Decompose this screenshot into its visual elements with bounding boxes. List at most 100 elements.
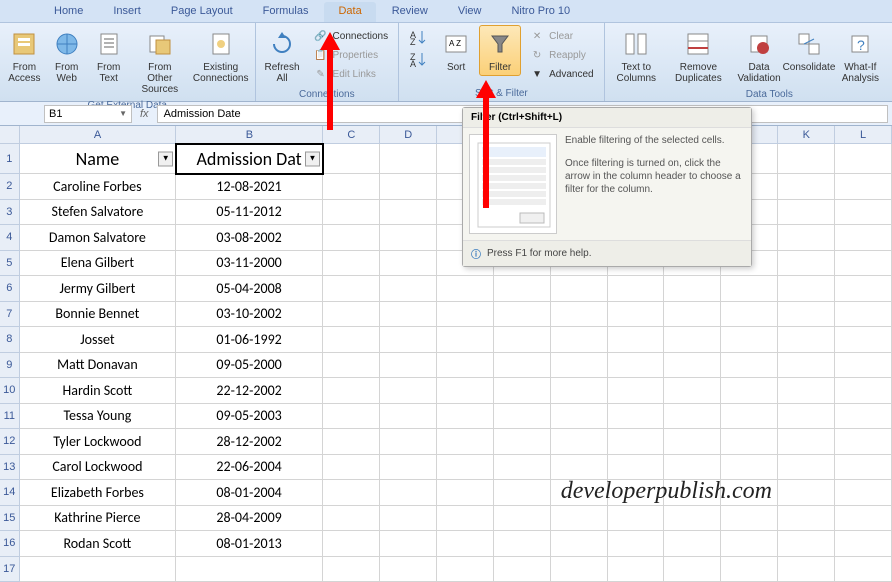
tab-view[interactable]: View (444, 2, 496, 22)
cell[interactable] (664, 429, 721, 455)
cell[interactable] (323, 276, 380, 302)
cell[interactable] (835, 200, 892, 226)
cell[interactable] (664, 557, 721, 582)
col-header-k[interactable]: K (778, 126, 835, 144)
cell[interactable] (494, 506, 551, 532)
cell[interactable] (664, 455, 721, 481)
cell[interactable] (437, 302, 494, 328)
row-header[interactable]: 17 (0, 557, 20, 582)
cell[interactable] (323, 429, 380, 455)
row-header[interactable]: 10 (0, 378, 20, 404)
cell[interactable] (380, 455, 437, 481)
data-validation-button[interactable]: Data Validation (733, 25, 785, 87)
cell-name[interactable]: Bonnie Bennet (20, 302, 177, 328)
fx-icon[interactable]: fx (132, 108, 157, 120)
cell[interactable] (494, 480, 551, 506)
cell[interactable] (380, 404, 437, 430)
cell-name[interactable]: Matt Donavan (20, 353, 177, 379)
cell-date[interactable]: 09-05-2000 (176, 353, 323, 379)
cell[interactable] (323, 506, 380, 532)
cell[interactable] (721, 327, 778, 353)
cell[interactable] (664, 378, 721, 404)
from-other-button[interactable]: From Other Sources (131, 25, 189, 98)
cell[interactable] (494, 276, 551, 302)
cell[interactable] (721, 378, 778, 404)
cell[interactable] (664, 353, 721, 379)
cell-name[interactable]: Elena Gilbert (20, 251, 177, 277)
cell[interactable] (778, 200, 835, 226)
cell[interactable] (437, 353, 494, 379)
sort-asc-button[interactable]: AZ (405, 27, 431, 47)
row-header[interactable]: 2 (0, 174, 20, 200)
cell[interactable] (835, 557, 892, 582)
cell[interactable] (380, 557, 437, 582)
cell[interactable] (835, 353, 892, 379)
row-header[interactable]: 6 (0, 276, 20, 302)
cell[interactable] (323, 531, 380, 557)
cell[interactable] (380, 353, 437, 379)
row-header[interactable]: 7 (0, 302, 20, 328)
cell-date[interactable]: 08-01-2004 (176, 480, 323, 506)
sort-desc-button[interactable]: ZA (405, 49, 431, 69)
clear-button[interactable]: ✕Clear (525, 27, 597, 45)
cell[interactable] (380, 302, 437, 328)
cell[interactable] (835, 276, 892, 302)
row-header[interactable]: 13 (0, 455, 20, 481)
cell-date[interactable]: 12-08-2021 (176, 174, 323, 200)
cell-name[interactable]: Kathrine Pierce (20, 506, 177, 532)
cell[interactable] (664, 276, 721, 302)
cell[interactable] (835, 480, 892, 506)
cell[interactable] (778, 353, 835, 379)
cell[interactable] (721, 429, 778, 455)
tab-review[interactable]: Review (378, 2, 442, 22)
cell[interactable] (323, 144, 380, 174)
cell[interactable] (778, 251, 835, 277)
cell[interactable] (835, 455, 892, 481)
cell-date[interactable]: 05-11-2012 (176, 200, 323, 226)
filter-dropdown-icon[interactable]: ▼ (305, 151, 320, 166)
tab-nitro[interactable]: Nitro Pro 10 (497, 2, 584, 22)
cell-name[interactable]: Josset (20, 327, 177, 353)
cell[interactable] (437, 378, 494, 404)
cell[interactable] (323, 557, 380, 582)
cell-date[interactable]: 03-10-2002 (176, 302, 323, 328)
cell[interactable] (778, 531, 835, 557)
cell[interactable] (835, 506, 892, 532)
cell[interactable] (721, 302, 778, 328)
refresh-all-button[interactable]: Refresh All (260, 25, 305, 87)
cell[interactable] (721, 404, 778, 430)
row-header[interactable]: 11 (0, 404, 20, 430)
cell[interactable] (380, 531, 437, 557)
tab-page-layout[interactable]: Page Layout (157, 2, 247, 22)
cell[interactable] (380, 327, 437, 353)
cell[interactable] (778, 174, 835, 200)
cell[interactable] (664, 404, 721, 430)
cell[interactable] (323, 174, 380, 200)
col-header-l[interactable]: L (835, 126, 892, 144)
cell-date[interactable]: 28-04-2009 (176, 506, 323, 532)
cell[interactable] (323, 327, 380, 353)
cell[interactable] (835, 251, 892, 277)
cell[interactable] (380, 429, 437, 455)
cell[interactable] (835, 404, 892, 430)
cell[interactable] (380, 200, 437, 226)
cell[interactable] (380, 276, 437, 302)
cell-name[interactable]: Elizabeth Forbes (20, 480, 177, 506)
cell[interactable] (835, 531, 892, 557)
cell[interactable] (323, 404, 380, 430)
cell[interactable] (551, 404, 608, 430)
tab-insert[interactable]: Insert (99, 2, 155, 22)
cell[interactable] (551, 327, 608, 353)
cell[interactable] (494, 404, 551, 430)
from-web-button[interactable]: From Web (47, 25, 87, 87)
cell-name[interactable]: Jermy Gilbert (20, 276, 177, 302)
cell[interactable] (778, 429, 835, 455)
cell-date[interactable]: 08-01-2013 (176, 531, 323, 557)
row-header[interactable]: 3 (0, 200, 20, 226)
cell-name-header[interactable]: Name▼ (20, 144, 177, 174)
cell[interactable] (494, 327, 551, 353)
cell[interactable] (551, 378, 608, 404)
cell[interactable] (778, 327, 835, 353)
cell[interactable] (835, 302, 892, 328)
cell[interactable] (778, 557, 835, 582)
